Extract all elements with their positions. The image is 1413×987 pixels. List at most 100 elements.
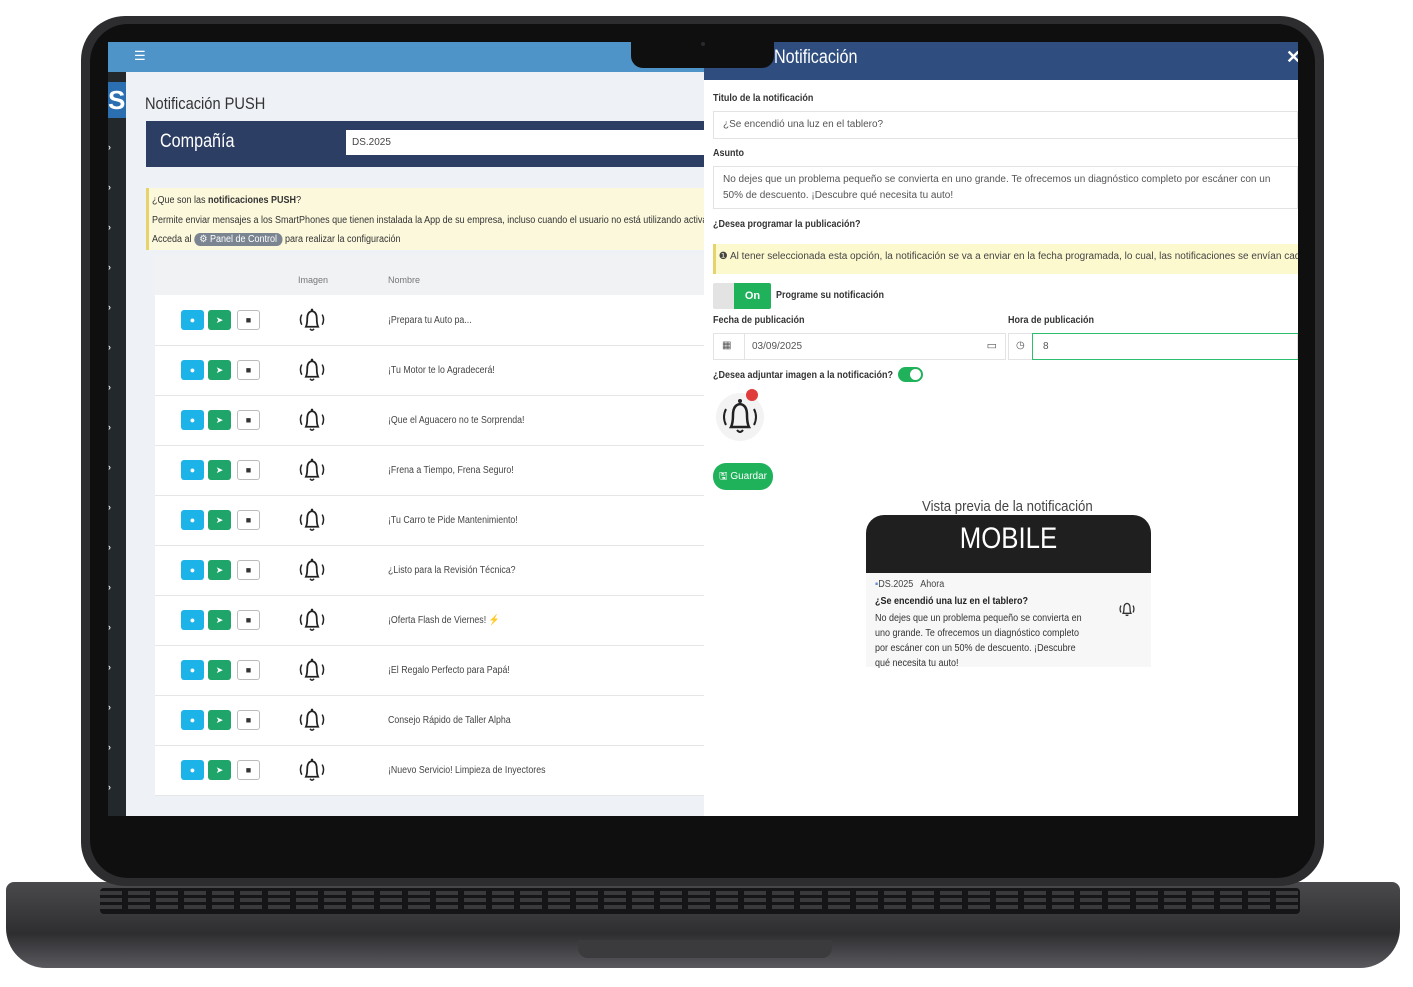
trash-icon[interactable]: ■ (237, 410, 260, 430)
trash-icon[interactable]: ■ (237, 610, 260, 630)
menu-icon[interactable]: ☰ (134, 48, 146, 64)
sidebar-item-icon[interactable]: › (108, 222, 111, 232)
send-icon[interactable]: ➤ (208, 510, 231, 530)
notification-name: ¡Oferta Flash de Viernes! ⚡ (388, 615, 500, 626)
sidebar-item-icon[interactable]: › (108, 182, 111, 192)
close-icon[interactable]: ✕ (1286, 47, 1298, 68)
bell-icon (295, 605, 329, 635)
preview-notification-body: No dejes que un problema pequeño se conv… (875, 613, 1082, 669)
trash-icon[interactable]: ■ (237, 360, 260, 380)
subject-textarea[interactable]: No dejes que un problema pequeño se conv… (713, 166, 1298, 209)
date-picker-icon[interactable]: ▭ (987, 339, 997, 352)
clock-icon: ◷ (1016, 340, 1025, 351)
notification-name: Consejo Rápido de Taller Alpha (388, 715, 511, 726)
send-icon[interactable]: ➤ (208, 660, 231, 680)
sidebar-item-icon[interactable]: › (108, 502, 111, 512)
send-icon[interactable]: ➤ (208, 610, 231, 630)
notification-name: ¡Frena a Tiempo, Frena Seguro! (388, 465, 514, 476)
sidebar-item-icon[interactable]: › (108, 742, 111, 752)
view-icon[interactable]: ● (181, 560, 204, 580)
preview-bell-icon (1114, 596, 1140, 622)
send-icon[interactable]: ➤ (208, 310, 231, 330)
send-icon[interactable]: ➤ (208, 710, 231, 730)
send-icon[interactable]: ➤ (208, 460, 231, 480)
save-button[interactable]: 🖫 Guardar (713, 463, 773, 490)
view-icon[interactable]: ● (181, 710, 204, 730)
title-field-label: Titulo de la notificación (713, 93, 814, 104)
title-input[interactable]: ¿Se encendió una luz en el tablero? (713, 111, 1298, 139)
hour-label: Hora de publicación (1008, 315, 1095, 326)
trash-icon[interactable]: ■ (237, 310, 260, 330)
modal-title: Notificación (774, 47, 858, 68)
info-description: Permite enviar mensajes a los SmartPhone… (152, 215, 711, 226)
info-icon: ❶ (718, 251, 728, 262)
send-icon[interactable]: ➤ (208, 410, 231, 430)
schedule-toggle-on[interactable]: On (734, 283, 771, 309)
sidebar-item-icon[interactable]: › (108, 582, 111, 592)
bell-icon (295, 655, 329, 685)
sidebar: › › › › › › › › › › › › › › › › › › (108, 72, 126, 816)
sidebar-item-icon[interactable]: › (108, 662, 111, 672)
table-row: ● ➤ ■ ¡Que el Aguacero no te Sorprenda! (155, 396, 708, 446)
sidebar-item-icon[interactable]: › (108, 462, 111, 472)
subject-field-label: Asunto (713, 148, 745, 159)
panel-control-button[interactable]: ⚙ Panel de Control (194, 233, 283, 246)
send-icon[interactable]: ➤ (208, 360, 231, 380)
view-icon[interactable]: ● (181, 610, 204, 630)
schedule-warning: ❶ Al tener seleccionada esta opción, la … (713, 244, 1298, 274)
sidebar-item-icon[interactable]: › (108, 782, 111, 792)
view-icon[interactable]: ● (181, 360, 204, 380)
sidebar-item-icon[interactable]: › (108, 382, 111, 392)
send-icon[interactable]: ➤ (208, 760, 231, 780)
preview-notification-title: ¿Se encendió una luz en el tablero? (875, 596, 1029, 607)
table-row: ● ➤ ■ ¡Oferta Flash de Viernes! ⚡ (155, 596, 708, 646)
sidebar-item-icon[interactable]: › (108, 542, 111, 552)
notification-name: ¡El Regalo Perfecto para Papá! (388, 665, 510, 676)
attach-image-toggle[interactable] (898, 367, 923, 382)
preview-title: Vista previa de la notificación (922, 498, 1093, 515)
trash-icon[interactable]: ■ (237, 460, 260, 480)
trash-icon[interactable]: ■ (237, 560, 260, 580)
info-access: Acceda al ⚙ Panel de Control para realiz… (152, 233, 401, 246)
bell-icon (295, 405, 329, 435)
trash-icon[interactable]: ■ (237, 510, 260, 530)
table-row: ● ➤ ■ Consejo Rápido de Taller Alpha (155, 696, 708, 746)
sidebar-item-icon[interactable]: › (108, 622, 111, 632)
notification-name: ¿Listo para la Revisión Técnica? (388, 565, 516, 576)
sidebar-item-icon[interactable]: › (108, 342, 111, 352)
bell-icon (295, 455, 329, 485)
view-icon[interactable]: ● (181, 660, 204, 680)
info-question: ¿Que son las notificaciones PUSH? (152, 195, 302, 206)
screen: ☰ › › › › › › › › › › › › › › › › › › S … (108, 42, 1298, 816)
sidebar-item-icon[interactable]: › (108, 702, 111, 712)
sidebar-item-icon[interactable]: › (108, 142, 111, 152)
view-icon[interactable]: ● (181, 510, 204, 530)
schedule-toggle-label: Programe su notificación (776, 290, 885, 301)
send-icon[interactable]: ➤ (208, 560, 231, 580)
view-icon[interactable]: ● (181, 760, 204, 780)
calendar-icon: ▦ (722, 340, 732, 351)
view-icon[interactable]: ● (181, 460, 204, 480)
push-info-box: ¿Que son las notificaciones PUSH? Permit… (146, 188, 711, 250)
trash-icon[interactable]: ■ (237, 660, 260, 680)
date-input[interactable]: ▦ 03/09/2025 ▭ (713, 333, 1006, 360)
trash-icon[interactable]: ■ (237, 760, 260, 780)
company-label: Compañía (160, 131, 235, 152)
attach-question: ¿Desea adjuntar imagen a la notificación… (713, 370, 894, 381)
column-header-image: Imagen (298, 275, 329, 285)
table-row: ● ➤ ■ ¡Nuevo Servicio! Limpieza de Inyector… (155, 746, 708, 796)
table-row: ● ➤ ■ ¡Frena a Tiempo, Frena Seguro! (155, 446, 708, 496)
company-select[interactable]: DS.2025 (346, 130, 706, 155)
trash-icon[interactable]: ■ (237, 710, 260, 730)
view-icon[interactable]: ● (181, 410, 204, 430)
sidebar-item-icon[interactable]: › (108, 422, 111, 432)
notification-name: ¡Tu Motor te lo Agradecerá! (388, 365, 495, 376)
date-label: Fecha de publicación (713, 315, 805, 326)
preview-app-name: ▪DS.2025 Ahora (875, 579, 945, 590)
sidebar-item-icon[interactable]: › (108, 302, 111, 312)
bell-icon (295, 555, 329, 585)
remove-image-icon[interactable] (746, 389, 758, 401)
view-icon[interactable]: ● (181, 310, 204, 330)
hour-select[interactable]: ◷ 8 (1008, 333, 1298, 360)
sidebar-item-icon[interactable]: › (108, 262, 111, 272)
